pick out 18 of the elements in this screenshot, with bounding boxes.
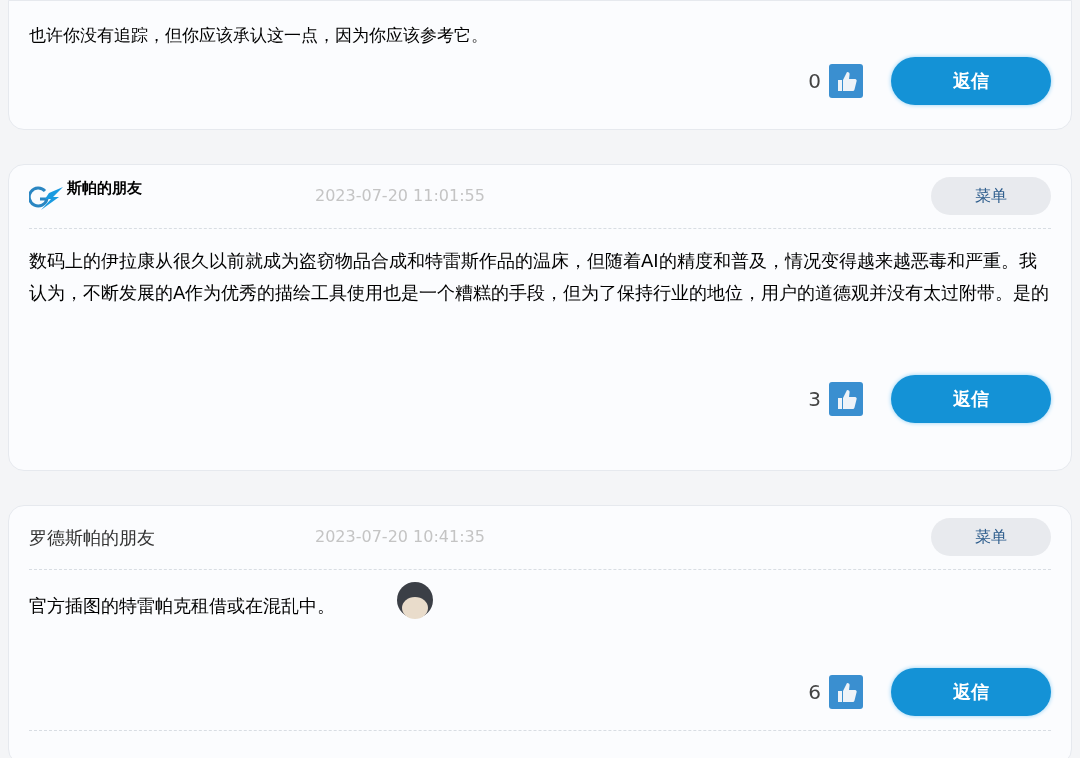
thumbs-up-icon[interactable]	[829, 63, 863, 98]
like-count: 6	[808, 678, 821, 706]
author-name: 斯帕的朋友	[67, 177, 142, 199]
reply-button[interactable]: 返信	[891, 667, 1051, 716]
like-count: 0	[808, 67, 821, 95]
author-name: 罗德斯帕的朋友	[29, 525, 155, 550]
comment-text: 也许你没有追踪，但你应该承认这一点，因为你应该参考它。	[29, 24, 489, 47]
comment-time: 2023-07-20 11:01:55	[315, 185, 485, 207]
like-count: 3	[808, 385, 821, 413]
comment-time: 2023-07-20 10:41:35	[315, 526, 485, 548]
menu-button[interactable]: 菜单	[931, 177, 1051, 215]
thumbs-up-icon[interactable]	[829, 381, 863, 416]
comment-text: 官方插图的特雷帕克租借或在混乱中。	[29, 593, 335, 618]
comment-text: 数码上的伊拉康从很久以前就成为盗窃物品合成和特雷斯作品的温床，但随着AI的精度和普及，情况变得越来越恶毒和严重。我认为，不断发展的A作为优秀的描绘工具使用也是一个糟糕的手段，但为了保持行业的地位，用户的道德观并没有太过附带。是的	[29, 248, 1051, 305]
reply-button[interactable]: 返信	[891, 56, 1051, 105]
thumbs-up-icon[interactable]	[829, 674, 863, 709]
menu-button[interactable]: 菜单	[931, 518, 1051, 556]
reply-button[interactable]: 返信	[891, 374, 1051, 423]
